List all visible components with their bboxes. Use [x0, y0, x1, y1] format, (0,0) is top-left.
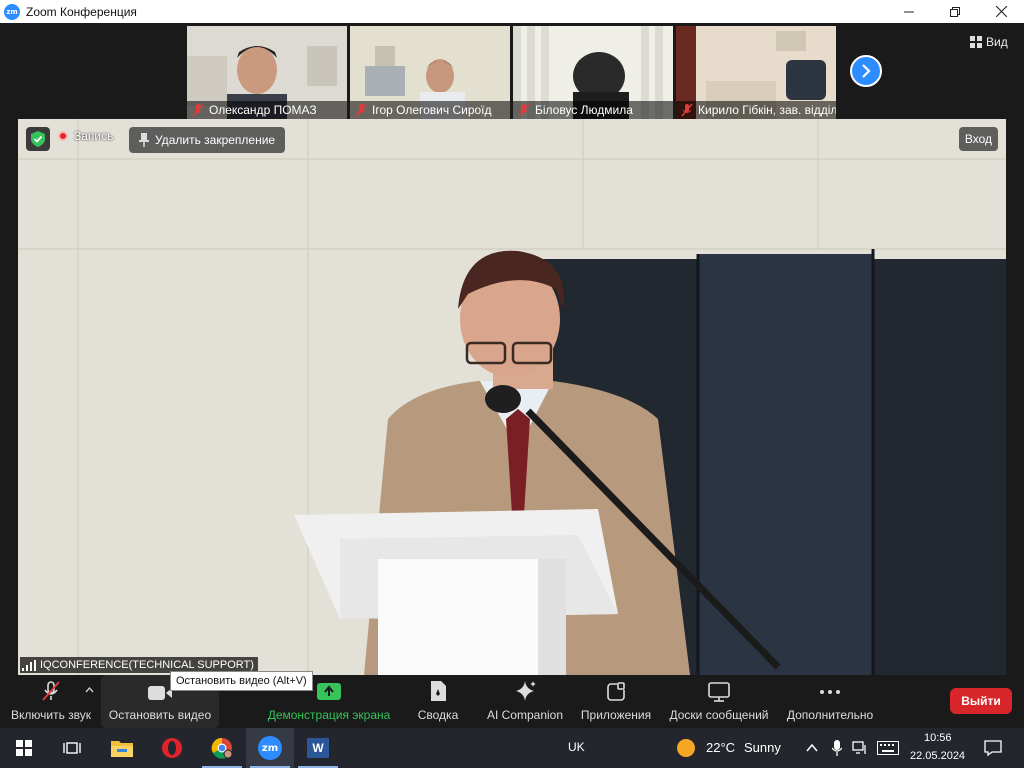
window-title: Zoom Конференция: [26, 4, 137, 19]
taskbar-explorer[interactable]: [98, 728, 146, 768]
participant-label: Олександр ПОМАЗ: [187, 101, 347, 119]
clock-time[interactable]: 10:56: [924, 732, 952, 744]
summary-label: Сводка: [417, 708, 459, 722]
pin-icon: [139, 133, 149, 147]
enter-button[interactable]: Вход: [958, 127, 998, 151]
speaker-video-feed: [18, 119, 1006, 675]
window-controls: [886, 0, 1024, 23]
participant-strip: Олександр ПОМАЗ Ігор Олегович Сироїд Біл…: [0, 23, 1024, 119]
close-button[interactable]: [978, 0, 1024, 23]
taskbar-opera[interactable]: O: [148, 728, 196, 768]
task-view-button[interactable]: [48, 728, 96, 768]
participant-name: Ігор Олегович Сироїд: [372, 103, 492, 117]
restore-icon: [950, 6, 960, 17]
message-boards-button[interactable]: Доски сообщений: [664, 675, 774, 728]
notifications-icon: [984, 740, 1002, 756]
unpin-button[interactable]: Удалить закрепление: [129, 127, 286, 153]
title-bar: zm Zoom Конференция: [0, 0, 1024, 23]
minimize-button[interactable]: [886, 0, 932, 23]
word-icon: W: [307, 738, 329, 758]
start-button[interactable]: [0, 728, 48, 768]
participant-tile[interactable]: Біловус Людмила: [513, 26, 673, 119]
taskbar-zoom[interactable]: zm: [246, 728, 294, 768]
clock-date[interactable]: 22.05.2024: [910, 750, 965, 762]
unpin-label: Удалить закрепление: [155, 133, 276, 147]
participant-name: Олександр ПОМАЗ: [209, 103, 317, 117]
speaker-name: IQCONFERENCE(TECHNICAL SUPPORT): [40, 659, 254, 671]
summary-button[interactable]: Сводка: [410, 675, 466, 728]
task-view-icon: [63, 742, 81, 754]
network-icon: [852, 741, 866, 754]
taskbar-chrome[interactable]: [198, 728, 246, 768]
apps-button[interactable]: Приложения: [576, 675, 656, 728]
view-button[interactable]: Вид: [970, 35, 1008, 49]
unmute-label: Включить звук: [10, 708, 92, 722]
ai-companion-button[interactable]: AI Companion: [482, 675, 568, 728]
more-button[interactable]: Дополнительно: [782, 675, 878, 728]
mic-muted-icon: [355, 103, 367, 117]
stop-video-tooltip: Остановить видео (Alt+V): [170, 671, 313, 691]
chrome-icon: [211, 737, 233, 759]
audio-options-caret[interactable]: [85, 685, 94, 696]
view-label: Вид: [986, 35, 1008, 49]
windows-icon: [16, 740, 32, 756]
share-screen-label: Демонстрация экрана: [267, 708, 391, 722]
close-icon: [995, 6, 1007, 17]
chevron-up-icon: [85, 686, 94, 693]
participant-tile[interactable]: Олександр ПОМАЗ: [187, 26, 347, 119]
weather-condition[interactable]: Sunny: [744, 740, 781, 755]
taskbar-word[interactable]: W: [294, 728, 342, 768]
main-video[interactable]: Запись Удалить закрепление Вход IQCONFER…: [18, 119, 1006, 675]
chevron-up-icon: [806, 744, 818, 752]
mic-muted-icon: [42, 681, 60, 701]
participant-label: Кирило Гібкін, зав. відділом: [676, 101, 836, 119]
more-label: Дополнительно: [786, 708, 874, 722]
mic-muted-icon: [518, 103, 530, 117]
participant-label: Біловус Людмила: [513, 101, 673, 119]
sparkle-icon: [516, 681, 536, 701]
enter-label: Вход: [964, 132, 992, 146]
folder-icon: [111, 741, 133, 757]
zoom-icon: zm: [258, 736, 282, 760]
restore-button[interactable]: [932, 0, 978, 23]
share-screen-icon: [317, 683, 341, 700]
message-boards-label: Доски сообщений: [669, 708, 769, 722]
participant-label: Ігор Олегович Сироїд: [350, 101, 510, 119]
next-page-button[interactable]: [850, 55, 882, 87]
signal-bars-icon: [22, 659, 36, 671]
unmute-button[interactable]: Включить звук: [6, 675, 96, 728]
more-dots-icon: [820, 690, 840, 694]
participant-name: Кирило Гібкін, зав. відділом: [698, 103, 836, 117]
message-board-icon: [708, 682, 730, 702]
participant-tile[interactable]: Ігор Олегович Сироїд: [350, 26, 510, 119]
zoom-app-icon: zm: [4, 3, 20, 20]
minimize-icon: [904, 11, 914, 12]
record-dot-icon: [58, 131, 68, 141]
microphone-icon: [832, 740, 842, 756]
windows-taskbar: O zm W UK 22°C Sunny 10:56 22.05.2024: [0, 728, 1024, 768]
grid-view-icon: [970, 36, 982, 48]
recording-indicator[interactable]: Запись: [58, 129, 113, 143]
weather-temperature[interactable]: 22°C: [706, 740, 735, 755]
record-label: Запись: [74, 129, 114, 143]
keyboard-icon: [877, 741, 899, 755]
participant-tile[interactable]: Кирило Гібкін, зав. відділом: [676, 26, 836, 119]
apps-label: Приложения: [580, 708, 652, 722]
language-indicator[interactable]: UK: [568, 740, 585, 754]
mic-muted-icon: [681, 103, 693, 117]
weather-sun-icon: [677, 739, 695, 757]
participant-name: Біловус Людмила: [535, 103, 633, 117]
apps-icon: [607, 682, 625, 701]
ai-companion-label: AI Companion: [486, 708, 564, 722]
stop-video-label: Остановить видео: [108, 708, 212, 722]
meeting-toolbar: Включить звук Остановить видео Демонстра…: [0, 675, 1024, 728]
leave-button[interactable]: Выйти: [950, 688, 1012, 714]
encryption-shield[interactable]: [26, 127, 50, 151]
summary-icon: [431, 681, 446, 701]
chevron-right-icon: [862, 64, 871, 78]
mic-muted-icon: [192, 103, 204, 117]
shield-check-icon: [31, 131, 45, 147]
opera-icon: [162, 738, 182, 758]
